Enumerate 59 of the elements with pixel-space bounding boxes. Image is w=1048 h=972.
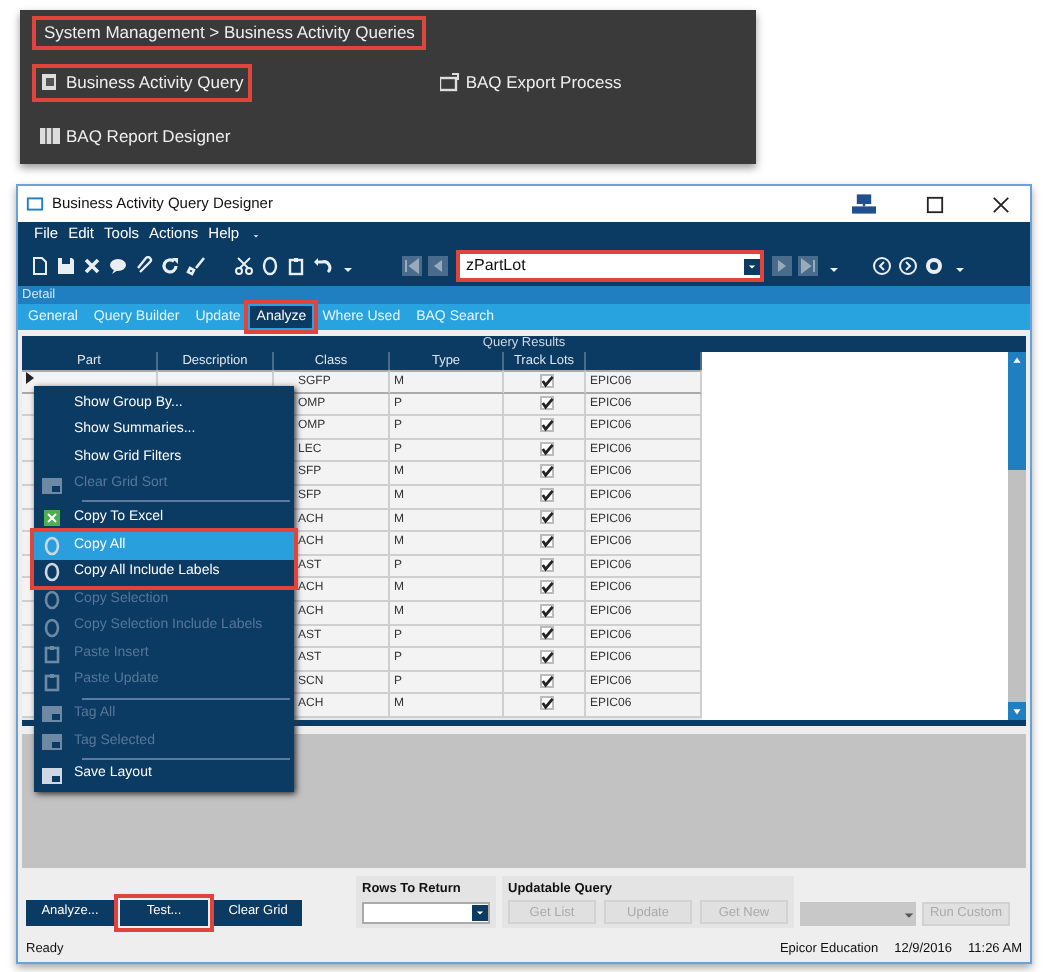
grid-icon	[41, 765, 61, 786]
paste-icon	[41, 644, 61, 665]
grid-icon	[41, 475, 61, 496]
brush-icon[interactable]	[186, 256, 206, 276]
menu-link[interactable]: Business Activity Query	[32, 63, 252, 101]
checkbox[interactable]	[539, 673, 553, 688]
back-icon[interactable]	[872, 256, 892, 276]
checkbox[interactable]	[539, 395, 553, 410]
checkbox[interactable]	[539, 441, 553, 456]
menu-link[interactable]: BAQ Export Process	[431, 63, 630, 101]
document-icon	[40, 72, 60, 93]
checkbox[interactable]	[539, 650, 553, 665]
undo-icon[interactable]	[312, 256, 332, 276]
chat-icon[interactable]	[108, 256, 128, 276]
menu-link[interactable]: BAQ Report Designer	[32, 117, 239, 155]
checkbox[interactable]	[539, 464, 553, 479]
checkbox[interactable]	[539, 557, 553, 572]
rows-combo[interactable]	[362, 901, 490, 924]
network-icon[interactable]	[850, 192, 878, 216]
copy-icon	[41, 562, 61, 583]
dropdown-icon[interactable]	[472, 903, 488, 922]
paste-icon	[41, 671, 61, 692]
scroll-thumb[interactable]	[1008, 370, 1026, 470]
cut-icon[interactable]	[234, 256, 254, 276]
checkbox[interactable]	[539, 603, 553, 618]
report-icon	[40, 125, 60, 146]
copy-icon	[41, 589, 61, 610]
scrollbar[interactable]	[1008, 352, 1026, 720]
close-icon[interactable]	[992, 195, 1010, 213]
checkbox[interactable]	[539, 696, 553, 711]
checkbox[interactable]	[539, 373, 553, 388]
folder-icon	[439, 72, 460, 93]
checkbox[interactable]	[539, 580, 553, 595]
app-icon	[26, 196, 44, 212]
copy-icon[interactable]	[260, 256, 280, 276]
checkbox[interactable]	[539, 534, 553, 549]
delete-icon[interactable]	[82, 256, 102, 276]
grid-icon	[41, 704, 61, 725]
checkbox[interactable]	[539, 418, 553, 433]
checkbox[interactable]	[539, 487, 553, 502]
paperclip-icon[interactable]	[134, 256, 154, 276]
record-combo[interactable]: zPartLot	[456, 250, 764, 282]
paste-icon[interactable]	[286, 256, 306, 276]
new-icon[interactable]	[30, 256, 50, 276]
copy-icon	[41, 617, 61, 638]
maximize-icon[interactable]	[926, 195, 944, 213]
grid-icon	[41, 731, 61, 752]
forward-icon[interactable]	[898, 256, 918, 276]
refresh-icon[interactable]	[160, 256, 180, 276]
scroll-up-icon[interactable]	[1008, 352, 1026, 370]
scroll-down-icon[interactable]	[1008, 702, 1026, 720]
checkbox[interactable]	[539, 626, 553, 641]
spreadsheet-icon	[41, 508, 61, 529]
save-icon[interactable]	[56, 256, 76, 276]
dropdown-icon[interactable]	[744, 255, 760, 277]
checkbox[interactable]	[539, 510, 553, 525]
copy-icon	[41, 535, 61, 556]
breadcrumb: System Management > Business Activity Queries	[32, 16, 427, 50]
circle-icon[interactable]	[924, 256, 944, 276]
